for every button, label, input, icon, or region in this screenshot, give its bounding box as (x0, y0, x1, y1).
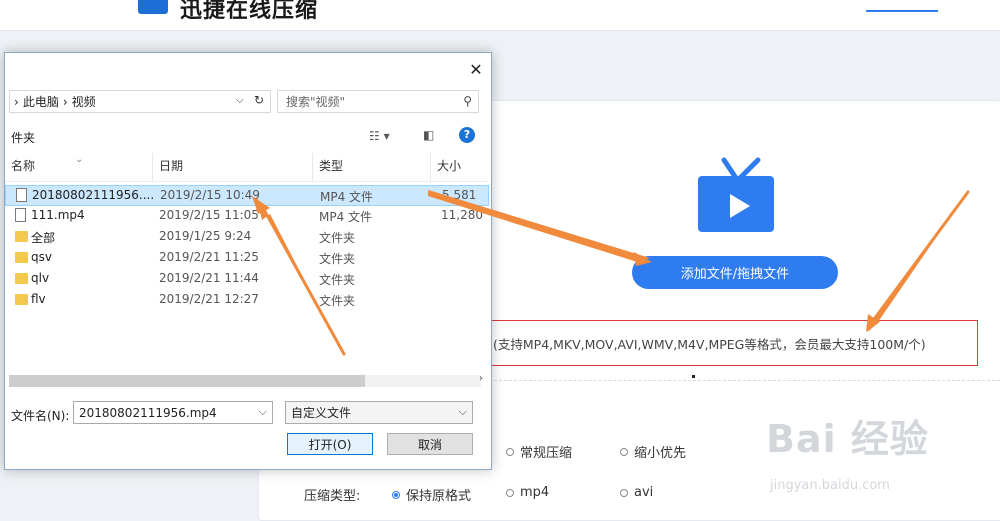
file-row[interactable]: 111.mp4 2019/2/15 11:05 MP4 文件 11,280 (5, 206, 489, 227)
radio-regular-compress[interactable] (506, 447, 514, 456)
supported-formats-note: (支持MP4,MKV,MOV,AVI,WMV,M4V,MPEG等格式，会员最大支… (484, 320, 978, 366)
search-input[interactable]: 搜索"视频" ⚲ (277, 90, 479, 113)
watermark-text: Bai 经验 (766, 417, 929, 461)
logo-icon (138, 0, 168, 14)
chevron-down-icon[interactable]: ⌵ (236, 95, 244, 106)
tv-icon (698, 157, 774, 232)
site-header: 迅捷在线压缩 (0, 0, 1000, 31)
option-avi[interactable]: avi (620, 485, 653, 500)
scrollbar-thumb[interactable] (9, 375, 365, 387)
filename-label: 文件名(N): (11, 409, 70, 423)
horizontal-scrollbar[interactable] (9, 375, 481, 387)
open-button[interactable]: 打开(O) (287, 433, 373, 455)
folder-row[interactable]: 全部 2019/1/25 9:24 文件夹 (5, 227, 489, 248)
preview-pane-icon[interactable]: ◧ (423, 128, 434, 142)
radio-keep-format[interactable] (392, 490, 400, 499)
column-name[interactable]: 名称 ⌄ (5, 153, 153, 181)
refresh-icon[interactable]: ↻ (254, 93, 264, 107)
sort-caret-icon: ⌄ (75, 154, 84, 165)
breadcrumb-videos[interactable]: 视频 (72, 93, 96, 110)
search-icon: ⚲ (463, 94, 472, 108)
option-shrink-priority[interactable]: 缩小优先 (620, 442, 686, 461)
folder-row[interactable]: qsv 2019/2/21 11:25 文件夹 (5, 248, 489, 269)
breadcrumb-this-pc[interactable]: 此电脑 (23, 93, 59, 110)
help-icon[interactable]: ? (459, 127, 475, 143)
nav-active-indicator (866, 10, 938, 12)
column-size[interactable]: 大小 (431, 153, 489, 181)
breadcrumb-chevron-icon: › (14, 94, 19, 109)
watermark-url: jingyan.baidu.com (770, 478, 890, 493)
radio-avi[interactable] (620, 488, 628, 497)
filename-input[interactable]: 20180802111956.mp4 ⌵ (73, 401, 273, 424)
divider (484, 380, 1000, 381)
folder-row[interactable]: qlv 2019/2/21 11:44 文件夹 (5, 269, 489, 290)
close-icon[interactable]: ✕ (467, 61, 485, 79)
scroll-right-icon[interactable]: › (479, 373, 483, 384)
filetype-select[interactable]: 自定义文件 ⌵ (285, 401, 473, 424)
radio-shrink-priority[interactable] (620, 447, 628, 456)
logo-text: 迅捷在线压缩 (180, 0, 319, 23)
cancel-button[interactable]: 取消 (387, 433, 473, 455)
file-open-dialog: ✕ › 此电脑 › 视频 ⌵ ↻ 搜索"视频" ⚲ 件夹 ☷ ▾ ◧ ? 名称 … (4, 52, 492, 470)
cursor-dot (692, 375, 695, 378)
file-icon (15, 208, 26, 222)
radio-mp4[interactable] (506, 488, 514, 497)
page: 迅捷在线压缩 添加文件/拖拽文件 (支持MP4,MKV,MOV,AVI,WMV,… (0, 0, 1000, 521)
file-icon (16, 188, 27, 202)
breadcrumb-chevron-icon: › (62, 94, 68, 109)
chevron-down-icon[interactable]: ⌵ (459, 405, 467, 419)
file-row[interactable]: 20180802111956.... 2019/2/15 10:49 MP4 文… (5, 185, 489, 206)
folder-icon (15, 252, 28, 263)
new-folder-button[interactable]: 件夹 (11, 129, 35, 146)
option-regular-compress[interactable]: 常规压缩 (506, 442, 572, 461)
column-date[interactable]: 日期 (153, 153, 313, 181)
chevron-down-icon[interactable]: ⌵ (259, 405, 267, 419)
column-headers: 名称 ⌄ 日期 类型 大小 (5, 153, 489, 182)
address-bar[interactable]: › 此电脑 › 视频 ⌵ ↻ (9, 90, 271, 113)
option-mp4[interactable]: mp4 (506, 485, 549, 500)
option-keep-format[interactable]: 保持原格式 (392, 485, 471, 504)
add-file-button[interactable]: 添加文件/拖拽文件 (632, 256, 838, 289)
view-options-icon[interactable]: ☷ ▾ (369, 129, 390, 143)
folder-row[interactable]: flv 2019/2/21 12:27 文件夹 (5, 290, 489, 311)
folder-icon (15, 231, 28, 242)
compress-type-label: 压缩类型: (304, 489, 361, 504)
column-type[interactable]: 类型 (313, 153, 431, 181)
folder-icon (15, 273, 28, 284)
folder-icon (15, 294, 28, 305)
